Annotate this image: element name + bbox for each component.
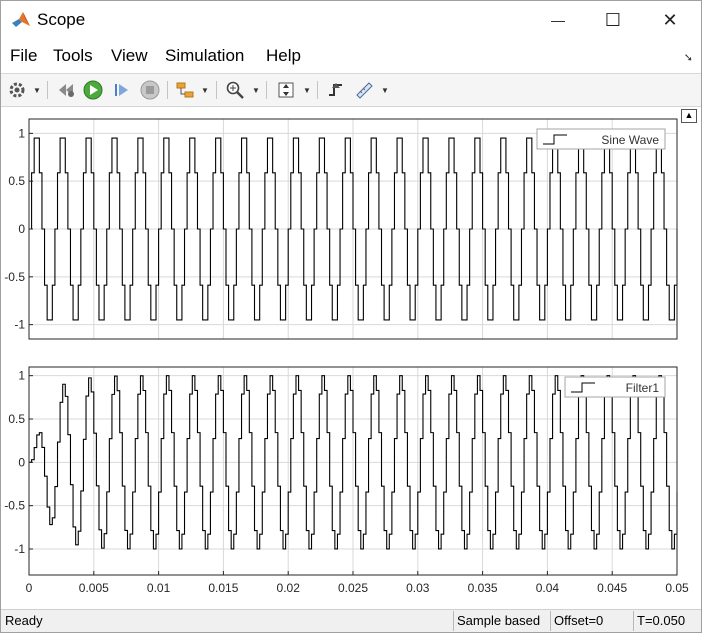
- run-icon[interactable]: [82, 79, 104, 101]
- undock-icon[interactable]: ➘: [684, 51, 693, 64]
- menu-bar: File Tools View Simulation Help ➘: [1, 39, 701, 74]
- scale-axes-icon[interactable]: [275, 79, 297, 101]
- sample-mode-label: Sample based: [453, 611, 549, 631]
- title-bar[interactable]: Scope — ☐ ✕: [1, 1, 701, 39]
- scope-plots: 1 0.5 0 -0.5 -1 Sine Wave 1 0.5 0 -0.5 -1 0 0.005 0.0…: [4, 118, 689, 595]
- y-tick-label: 1: [18, 369, 25, 383]
- y-tick-label: 0: [18, 455, 25, 469]
- x-tick-label: 0: [26, 581, 33, 595]
- y-tick-label: -0.5: [4, 499, 25, 513]
- x-tick-label: 0.015: [208, 581, 238, 595]
- scale-dropdown-icon[interactable]: ▼: [303, 79, 311, 101]
- x-tick-label: 0.05: [665, 581, 689, 595]
- stop-icon[interactable]: [139, 79, 161, 101]
- x-tick-label: 0.03: [406, 581, 430, 595]
- menu-help[interactable]: Help: [266, 46, 301, 66]
- minimize-button[interactable]: —: [535, 1, 581, 39]
- toolbar-separator: [216, 81, 217, 99]
- toolbar-separator: [317, 81, 318, 99]
- menu-file[interactable]: File: [10, 46, 37, 66]
- maximize-icon: ☐: [604, 9, 622, 30]
- step-forward-icon[interactable]: [111, 79, 133, 101]
- zoom-icon[interactable]: [224, 79, 246, 101]
- legend-label: Sine Wave: [601, 133, 659, 147]
- triggers-icon[interactable]: [325, 79, 347, 101]
- menu-simulation[interactable]: Simulation: [165, 46, 244, 66]
- x-tick-label: 0.045: [597, 581, 627, 595]
- y-tick-label: -1: [14, 542, 25, 556]
- highlight-dropdown-icon[interactable]: ▼: [201, 79, 209, 101]
- cursor-measurements-icon[interactable]: [353, 79, 375, 101]
- window-title: Scope: [37, 10, 86, 29]
- toolbar-separator: [167, 81, 168, 99]
- maximize-button[interactable]: ☐: [590, 1, 636, 39]
- toolbar: ▼ ▼ ▼ ▼ ▼: [1, 74, 701, 107]
- y-tick-label: 0.5: [8, 174, 25, 188]
- settings-icon[interactable]: [6, 79, 28, 101]
- y-tick-label: -0.5: [4, 270, 25, 284]
- x-tick-label: 0.01: [147, 581, 171, 595]
- zoom-dropdown-icon[interactable]: ▼: [252, 79, 260, 101]
- y-tick-label: 0: [18, 222, 25, 236]
- x-tick-label: 0.035: [468, 581, 498, 595]
- status-text: Ready: [5, 613, 43, 628]
- expand-toolbar-icon[interactable]: ▲: [681, 109, 697, 123]
- toolbar-separator: [47, 81, 48, 99]
- x-tick-label: 0.005: [79, 581, 109, 595]
- settings-dropdown-icon[interactable]: ▼: [33, 79, 41, 101]
- legend-label: Filter1: [626, 381, 660, 395]
- status-bar: Ready Sample based Offset=0 T=0.050: [1, 609, 701, 632]
- measurements-dropdown-icon[interactable]: ▼: [381, 79, 389, 101]
- menu-tools[interactable]: Tools: [53, 46, 93, 66]
- x-tick-label: 0.04: [536, 581, 560, 595]
- y-tick-label: 0.5: [8, 412, 25, 426]
- x-tick-label: 0.025: [338, 581, 368, 595]
- close-button[interactable]: ✕: [647, 1, 693, 39]
- toolbar-separator: [266, 81, 267, 99]
- matlab-logo-icon: [12, 12, 30, 27]
- menu-view[interactable]: View: [111, 46, 148, 66]
- step-back-icon[interactable]: [55, 79, 77, 101]
- y-tick-label: -1: [14, 318, 25, 332]
- close-icon: ✕: [662, 9, 678, 30]
- scope-window: Scope — ☐ ✕ File Tools View Simulation H…: [0, 0, 702, 633]
- offset-label: Offset=0: [550, 611, 632, 631]
- plot-area: 1 0.5 0 -0.5 -1 Sine Wave 1 0.5 0 -0.5 -1 0 0.005 0.0…: [1, 107, 701, 609]
- minimize-icon: —: [551, 12, 565, 28]
- y-tick-label: 1: [18, 126, 25, 140]
- x-tick-label: 0.02: [277, 581, 301, 595]
- time-label: T=0.050: [633, 611, 697, 631]
- highlight-block-icon[interactable]: [174, 79, 196, 101]
